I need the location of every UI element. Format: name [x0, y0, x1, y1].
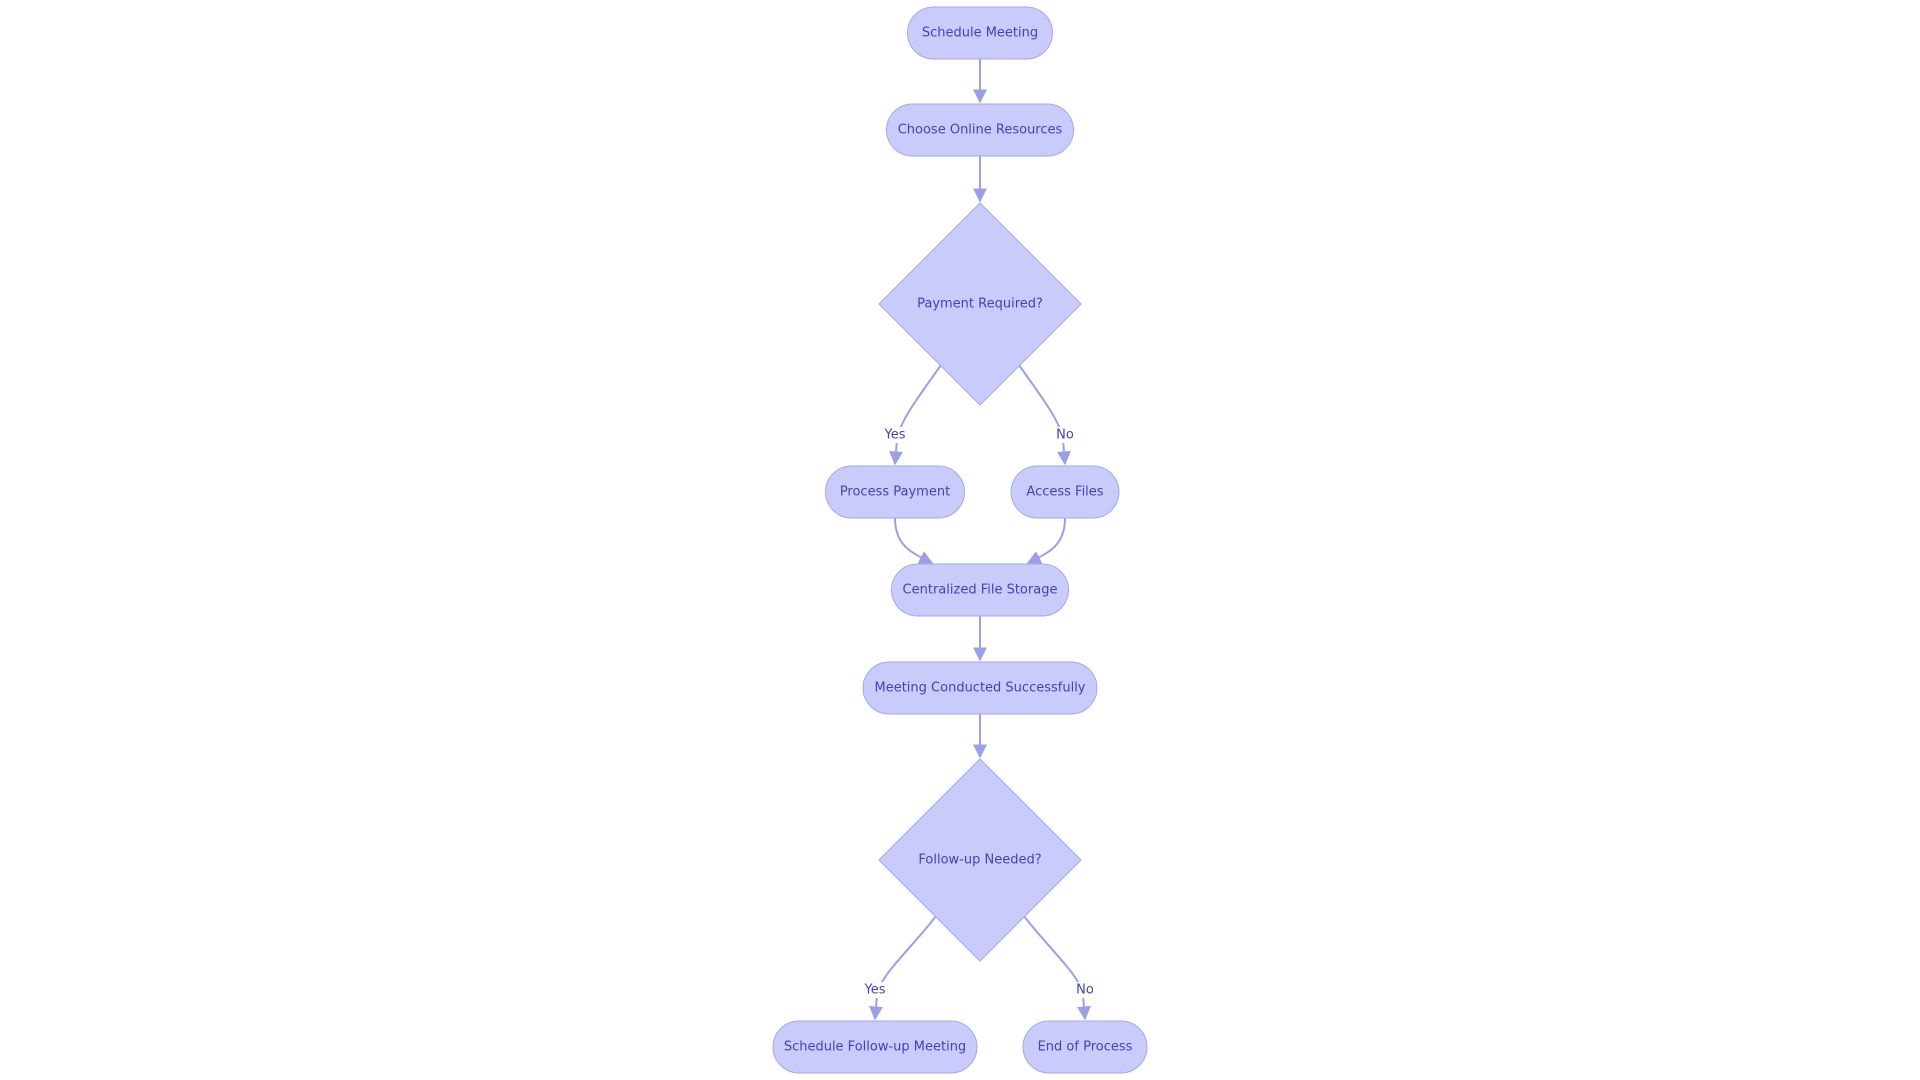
node-conducted[interactable]: Meeting Conducted Successfully	[862, 661, 1098, 715]
node-choose[interactable]: Choose Online Resources	[886, 103, 1074, 157]
node-label: Follow-up Needed?	[918, 853, 1041, 868]
node-schedule-followup[interactable]: Schedule Follow-up Meeting	[772, 1020, 978, 1074]
edge-followup-q-to-schedule-followup	[869, 915, 937, 1021]
node-label: Choose Online Resources	[898, 123, 1063, 138]
node-label: Meeting Conducted Successfully	[875, 681, 1086, 696]
node-followup-q[interactable]: Follow-up Needed?	[878, 758, 1082, 962]
edge-process-payment-to-storage	[894, 517, 934, 564]
edge-label-yes: Yes	[864, 983, 886, 998]
node-label: Schedule Meeting	[922, 26, 1038, 41]
node-label: Schedule Follow-up Meeting	[784, 1040, 966, 1055]
node-access-files[interactable]: Access Files	[1010, 465, 1120, 519]
edge-label-no: No	[1076, 983, 1094, 998]
edge-label-no: No	[1056, 428, 1074, 443]
node-label: Payment Required?	[917, 297, 1043, 312]
node-label: End of Process	[1038, 1040, 1133, 1055]
node-payment-q[interactable]: Payment Required?	[878, 202, 1082, 406]
node-end[interactable]: End of Process	[1022, 1020, 1148, 1074]
edge-payment-q-to-process-payment	[889, 364, 942, 466]
edge-payment-q-to-access-files	[1018, 364, 1071, 466]
node-process-payment[interactable]: Process Payment	[825, 465, 965, 519]
node-label: Centralized File Storage	[903, 583, 1058, 598]
edge-access-files-to-storage	[1026, 517, 1066, 564]
edge-label-yes: Yes	[884, 428, 906, 443]
node-label: Access Files	[1026, 485, 1103, 500]
edge-followup-q-to-end	[1023, 915, 1091, 1021]
node-storage[interactable]: Centralized File Storage	[891, 563, 1069, 617]
flowchart-canvas: Schedule Meeting Choose Online Resources P…	[772, 6, 1148, 1074]
node-label: Process Payment	[840, 485, 950, 500]
node-schedule[interactable]: Schedule Meeting	[907, 6, 1053, 60]
